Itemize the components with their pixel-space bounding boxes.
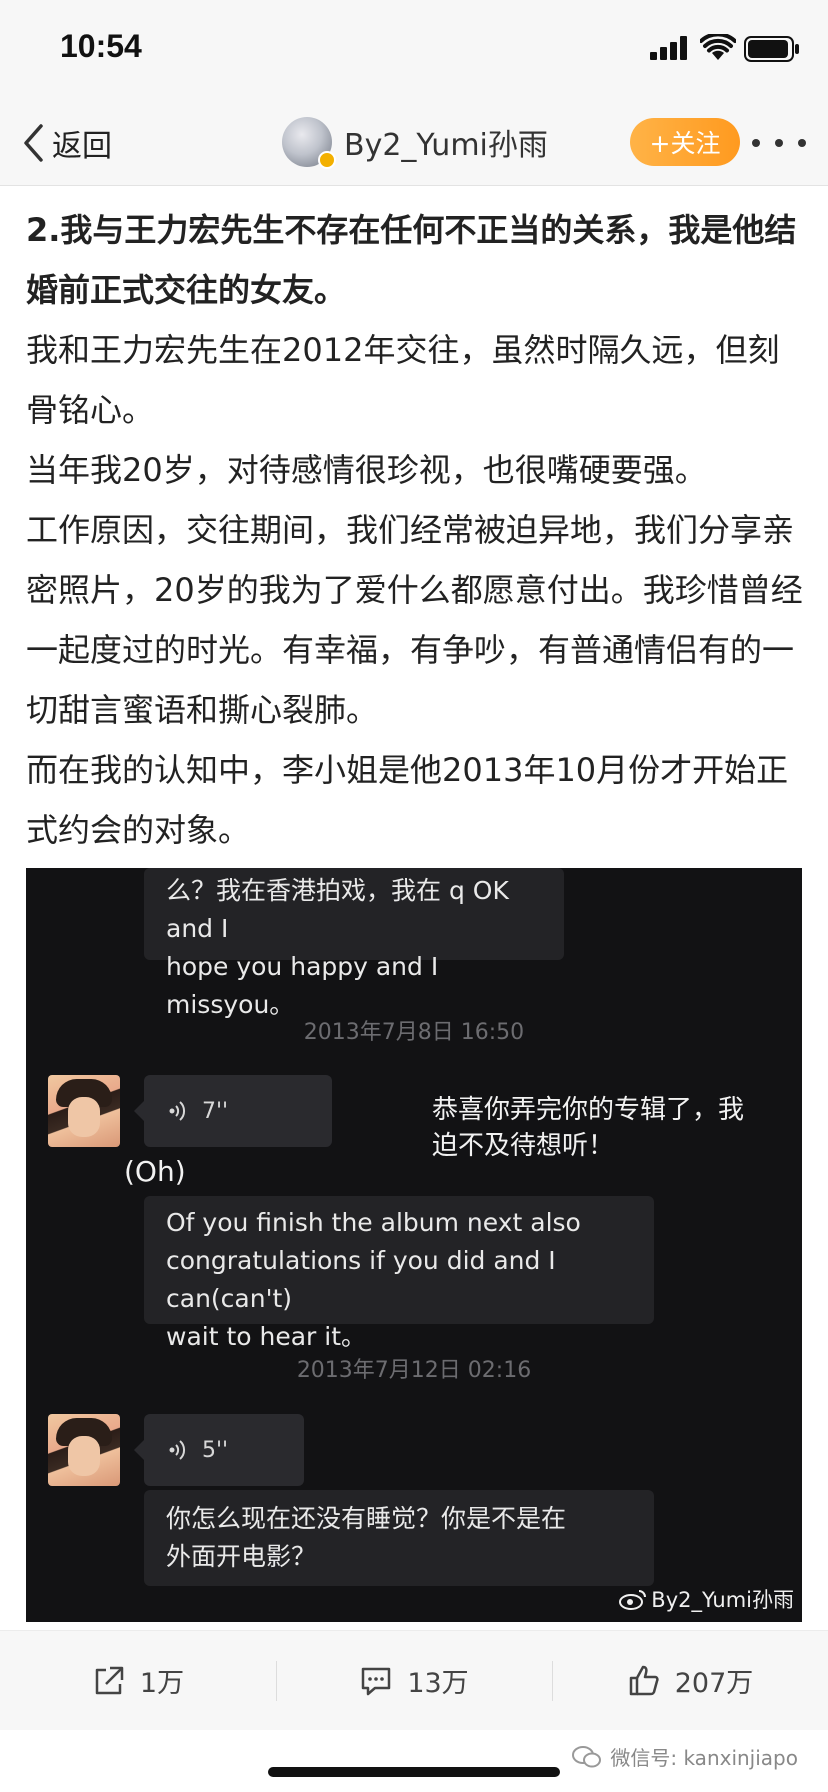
nav-user[interactable]: By2_Yumi孙雨 [282,114,548,170]
article-paragraph: 工作原因，交往期间，我们经常被迫异地，我们分享亲密照片，20岁的我为了爱什么都愿… [26,511,803,729]
avatar[interactable] [282,117,336,169]
chat-timestamp: 2013年7月8日 16:50 [303,1020,525,1045]
chat-avatar [48,1075,120,1147]
chat-bubble-text: congratulations if you did and I can(can… [166,1246,556,1313]
article-paragraph: 而在我的认知中，李小姐是他2013年10月份才开始正式约会的对象。 [26,751,789,849]
image-watermark-text: By2_Yumi孙雨 [651,1588,794,1612]
back-button[interactable]: 返回 [22,118,112,168]
wechat-icon [572,1745,602,1767]
home-indicator[interactable] [268,1767,560,1777]
voice-wave-icon [169,1101,186,1121]
follow-button[interactable]: +关注 [630,118,740,166]
article-paragraph: 我和王力宏先生在2012年交往，虽然时隔久远，但刻骨铭心。 [26,331,780,429]
chat-bubble-text: 你怎么现在还没有睡觉？你是不是在 [166,1504,567,1533]
status-bar: 10:54 [0,0,828,100]
wechat-watermark-text: 微信号: kanxinjiapo [610,1746,798,1770]
voice-duration: 5'' [202,1437,229,1463]
chat-bubble-top: 么？我在香港拍戏，我在 q OK and I hope you happy an… [144,868,564,1019]
voice-duration: 7'' [202,1098,229,1124]
image-watermark: By2_Yumi孙雨 [619,1584,794,1614]
thumbs-up-icon [629,1665,659,1695]
more-icon[interactable] [752,128,806,158]
share-count: 1万 [139,1668,185,1699]
battery-icon [744,36,799,62]
translation-overlay-cn: 恭喜你弄完你的专辑了，我 迫不及待想听！ [432,1092,744,1164]
status-time: 10:54 [60,28,142,64]
wechat-watermark: 微信号: kanxinjiapo [572,1742,798,1771]
like-button[interactable]: 207万 [552,1631,828,1730]
back-label: 返回 [52,129,112,164]
share-button[interactable]: 1万 [0,1631,276,1730]
chat-bubble-text: hope you happy and I missyou。 [166,952,439,1019]
chat-bubble-text: wait to hear it。 [166,1322,367,1351]
nav-bar: 返回 By2_Yumi孙雨 +关注 [0,100,828,186]
article-body: 2.我与王力宏先生不存在任何不正当的关系，我是他结婚前正式交往的女友。 我和王力… [26,200,806,860]
voice-message-bubble[interactable]: 7'' [134,1075,332,1147]
voice-wave-icon [169,1440,186,1460]
chat-bubble-text: Of you finish the album next also [166,1208,581,1237]
translation-overlay-oh: (Oh) [124,1155,186,1188]
overlay-text-line: 迫不及待想听！ [432,1131,615,1161]
chevron-left-icon [24,124,43,162]
overlay-text-line: 恭喜你弄完你的专辑了，我 [432,1095,745,1125]
action-bar: 1万 13万 207万 [0,1630,828,1730]
article-heading: 2.我与王力宏先生不存在任何不正当的关系，我是他结婚前正式交往的女友。 [26,211,797,309]
comment-button[interactable]: 13万 [276,1631,552,1730]
like-count: 207万 [674,1668,754,1699]
wifi-icon [700,34,736,60]
chat-screenshot-image[interactable]: 么？我在香港拍戏，我在 q OK and I hope you happy an… [26,868,802,1622]
signal-icon [650,36,687,60]
nav-username: By2_Yumi孙雨 [344,128,548,163]
comment-count: 13万 [407,1668,469,1699]
chat-bubble-text: 么？我在香港拍戏，我在 q OK and I [166,876,509,943]
article-paragraph: 当年我20岁，对待感情很珍视，也很嘴硬要强。 [26,451,707,489]
comment-icon [362,1667,391,1695]
voice-message-bubble[interactable]: 5'' [134,1414,304,1486]
share-icon [95,1666,124,1694]
weibo-icon [619,1590,647,1610]
chat-avatar [48,1414,120,1486]
chat-timestamp: 2013年7月12日 02:16 [296,1358,532,1383]
chat-bubble-transcript: 你怎么现在还没有睡觉？你是不是在 外面开电影？ [144,1490,654,1586]
verified-badge-icon [318,151,336,169]
chat-bubble-transcript: Of you finish the album next also congra… [144,1196,654,1351]
chat-bubble-text: 外面开电影？ [166,1542,317,1571]
